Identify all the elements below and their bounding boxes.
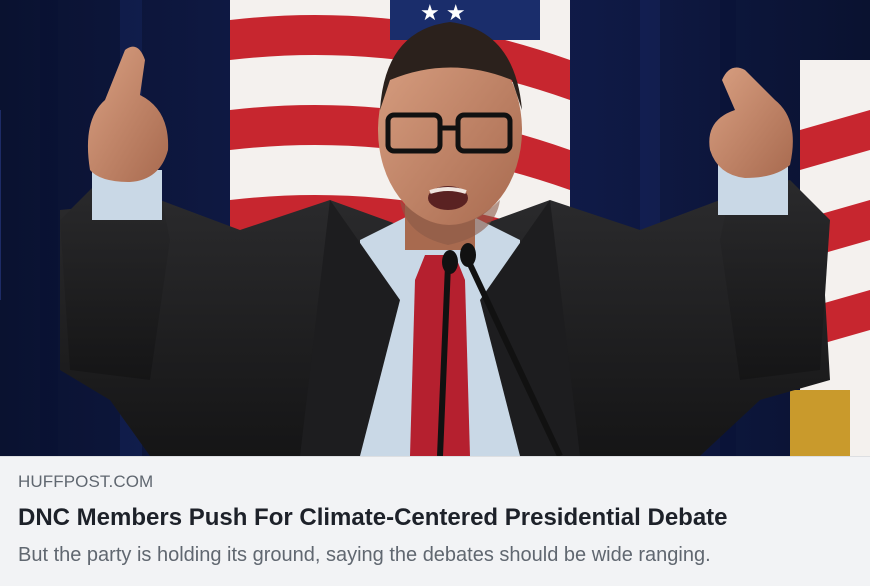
article-headline[interactable]: DNC Members Push For Climate-Centered Pr… <box>18 503 852 535</box>
article-thumbnail-image[interactable]: ★ ★ <box>0 0 870 456</box>
link-preview-caption[interactable]: HUFFPOST.COM DNC Members Push For Climat… <box>0 456 870 586</box>
speaker-photo-illustration: ★ ★ <box>0 0 870 456</box>
link-preview-card[interactable]: ★ ★ HUFFPOST.COM DNC Members Push For Cl… <box>0 0 870 586</box>
article-description: But the party is holding its ground, say… <box>18 544 711 566</box>
source-domain: HUFFPOST.COM <box>18 472 154 491</box>
svg-text:★ ★: ★ ★ <box>420 0 466 25</box>
